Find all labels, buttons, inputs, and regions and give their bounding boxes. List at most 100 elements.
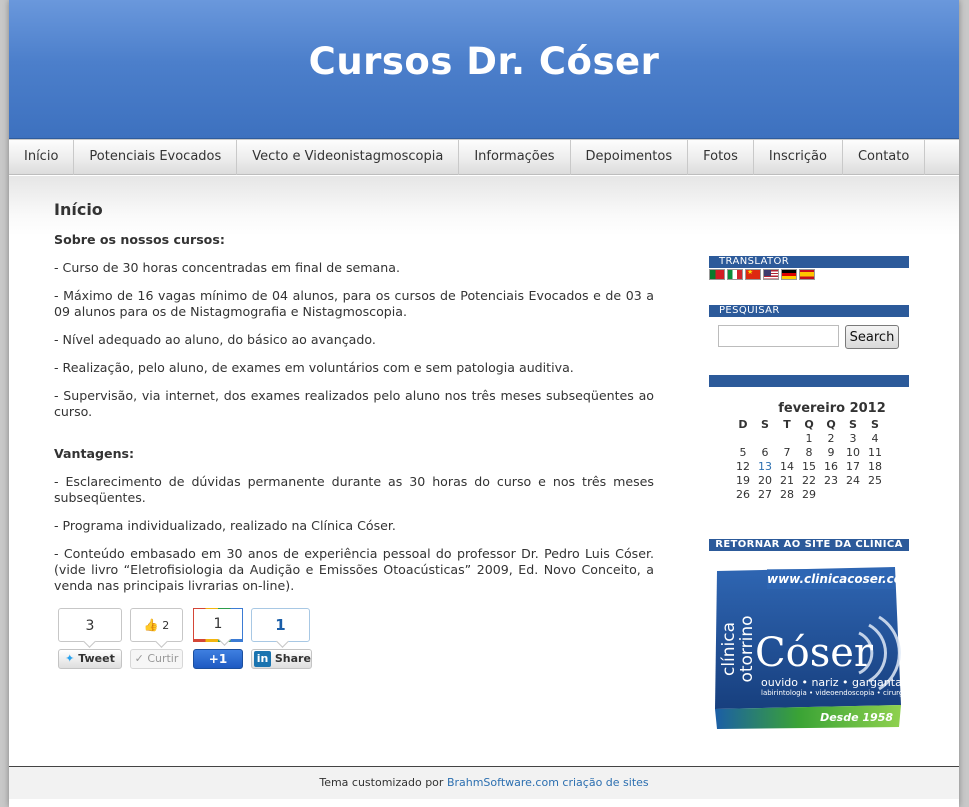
footer-text: Tema customizado por bbox=[319, 776, 447, 789]
advantage-item: - Esclarecimento de dúvidas permanente d… bbox=[54, 474, 654, 505]
calendar-empty-cell bbox=[754, 431, 776, 445]
course-info-item: - Realização, pelo aluno, de exames em v… bbox=[54, 360, 574, 375]
calendar-weekday: Q bbox=[826, 417, 836, 431]
like-count-box: 👍 2 bbox=[130, 608, 183, 642]
calendar-empty-cell bbox=[842, 487, 864, 501]
linkedin-share-button[interactable]: in Share bbox=[251, 649, 312, 669]
translator-widget-title: TRANSLATOR bbox=[709, 256, 909, 268]
section-title-cursos: Sobre os nossos cursos: bbox=[54, 232, 225, 247]
calendar-day: 3 bbox=[849, 431, 857, 445]
tweet-button-label: Tweet bbox=[78, 652, 115, 665]
tweet-count: 3 bbox=[58, 608, 122, 642]
calendar-day: 17 bbox=[846, 459, 860, 473]
nav-item-informacoes[interactable]: Informações bbox=[459, 140, 571, 175]
search-input[interactable] bbox=[718, 325, 839, 347]
calendar-day: 24 bbox=[846, 473, 860, 487]
calendar-day: 5 bbox=[739, 445, 747, 459]
calendar-day: 8 bbox=[805, 445, 813, 459]
course-info-item: - Máximo de 16 vagas mínimo de 04 alunos… bbox=[54, 288, 654, 319]
nav-item-potenciais-evocados[interactable]: Potenciais Evocados bbox=[74, 140, 238, 175]
share-buttons-row: 3 ✦ Tweet 👍 2 ✓ Curtir 1 +1 1 in Share bbox=[54, 608, 654, 678]
calendar-day: 20 bbox=[758, 473, 772, 487]
calendar-day: 26 bbox=[736, 487, 750, 501]
calendar-week-row: 26 27 28 29 bbox=[732, 487, 886, 501]
nav-item-depoimentos[interactable]: Depoimentos bbox=[571, 140, 689, 175]
main-navigation: Início Potenciais Evocados Vecto e Video… bbox=[9, 139, 959, 175]
calendar-day: 14 bbox=[780, 459, 794, 473]
calendar-table: DSTQQSS 1 2 3 4 5 6 7 8 9 10 11 12 13 14 15 16 17 18 19 20 2… bbox=[732, 417, 886, 501]
advantage-item: - Programa individualizado, realizado na… bbox=[54, 518, 396, 533]
clinic-logo-specialties: ouvido • nariz • garganta bbox=[761, 676, 902, 689]
clinic-logo-link[interactable]: www.clinicacoser.com clínica otorrino Có… bbox=[709, 563, 915, 730]
calendar-day: 16 bbox=[824, 459, 838, 473]
like-button[interactable]: ✓ Curtir bbox=[130, 649, 183, 669]
nav-item-fotos[interactable]: Fotos bbox=[688, 140, 754, 175]
germany-flag-icon[interactable] bbox=[781, 269, 797, 280]
search-button[interactable]: Search bbox=[845, 325, 899, 349]
calendar-week-row: 19 20 21 22 23 24 25 bbox=[732, 473, 886, 487]
clinic-logo-services: labirintologia • videoendoscopia • cirur… bbox=[761, 689, 910, 697]
calendar-week-row: 1234 bbox=[732, 431, 886, 445]
linkedin-icon: in bbox=[254, 651, 271, 667]
section-title-vantagens: Vantagens: bbox=[54, 446, 135, 461]
clinic-logo-since: Desde 1958 bbox=[820, 711, 893, 724]
tweet-button[interactable]: ✦ Tweet bbox=[58, 649, 122, 669]
plusone-count: 1 bbox=[193, 608, 243, 642]
italy-flag-icon[interactable] bbox=[727, 269, 743, 280]
calendar-widget-title bbox=[709, 375, 909, 387]
linkedin-count: 1 bbox=[251, 608, 310, 642]
sidebar: TRANSLATOR ★ PESQUISAR Search fevereiro … bbox=[709, 256, 915, 730]
china-flag-icon[interactable]: ★ bbox=[745, 269, 761, 280]
search-widget-title: PESQUISAR bbox=[709, 305, 909, 317]
nav-item-contato[interactable]: Contato bbox=[843, 140, 926, 175]
calendar-day: 10 bbox=[846, 445, 860, 459]
nav-item-inicio[interactable]: Início bbox=[9, 140, 75, 175]
clinic-logo-name: Cóser bbox=[755, 630, 874, 676]
spain-flag-icon[interactable] bbox=[799, 269, 815, 280]
calendar-day: 4 bbox=[871, 431, 879, 445]
like-count: 2 bbox=[162, 619, 170, 632]
calendar-caption: fevereiro 2012 bbox=[778, 401, 886, 416]
advantage-item: - Conteúdo embasado em 30 anos de experi… bbox=[54, 546, 654, 593]
course-info-item: - Supervisão, via internet, dos exames r… bbox=[54, 388, 654, 419]
search-form: Search bbox=[718, 325, 909, 349]
calendar-day: 22 bbox=[802, 473, 816, 487]
calendar-day: 7 bbox=[783, 445, 791, 459]
checkmark-icon: ✓ bbox=[134, 652, 144, 665]
calendar-day: 12 bbox=[736, 459, 750, 473]
calendar-weekday: S bbox=[849, 417, 857, 431]
calendar-day: 9 bbox=[827, 445, 835, 459]
calendar-day: 23 bbox=[824, 473, 838, 487]
calendar-day: 11 bbox=[868, 445, 882, 459]
portugal-flag-icon[interactable] bbox=[709, 269, 725, 280]
plusone-button[interactable]: +1 bbox=[193, 649, 243, 669]
calendar-weekday: D bbox=[738, 417, 748, 431]
clinic-widget-title: RETORNAR AO SITE DA CLÍNICA bbox=[709, 539, 909, 551]
site-header: Cursos Dr. Cóser bbox=[9, 0, 959, 139]
footer-link[interactable]: BrahmSoftware.com criação de sites bbox=[447, 776, 649, 789]
calendar-week-row: 12 13 14 15 16 17 18 bbox=[732, 459, 886, 473]
main-content: Início Sobre os nossos cursos: - Curso d… bbox=[54, 202, 654, 678]
content-area: Início Sobre os nossos cursos: - Curso d… bbox=[9, 176, 959, 766]
calendar-empty-cell bbox=[864, 487, 886, 501]
clinic-logo-vertical-text: clínica otorrino bbox=[719, 615, 757, 683]
calendar-empty-cell bbox=[732, 431, 754, 445]
calendar-weekday: Q bbox=[804, 417, 814, 431]
nav-item-vecto-videonistagmoscopia[interactable]: Vecto e Videonistagmoscopia bbox=[237, 140, 460, 175]
nav-item-inscricao[interactable]: Inscrição bbox=[754, 140, 843, 175]
site-title[interactable]: Cursos Dr. Cóser bbox=[9, 40, 959, 83]
calendar-day: 15 bbox=[802, 459, 816, 473]
calendar-day[interactable]: 13 bbox=[754, 459, 776, 473]
translator-flags: ★ bbox=[709, 269, 909, 283]
calendar-day: 18 bbox=[868, 459, 882, 473]
linkedin-share-label: Share bbox=[274, 652, 311, 665]
calendar-day: 21 bbox=[780, 473, 794, 487]
calendar-weekday: T bbox=[783, 417, 791, 431]
calendar-day: 2 bbox=[827, 431, 835, 445]
calendar-day: 19 bbox=[736, 473, 750, 487]
like-button-label: Curtir bbox=[147, 652, 179, 665]
calendar-day: 25 bbox=[868, 473, 882, 487]
calendar-day: 6 bbox=[761, 445, 769, 459]
usa-flag-icon[interactable] bbox=[763, 269, 779, 280]
clinic-logo-url: www.clinicacoser.com bbox=[767, 572, 915, 586]
